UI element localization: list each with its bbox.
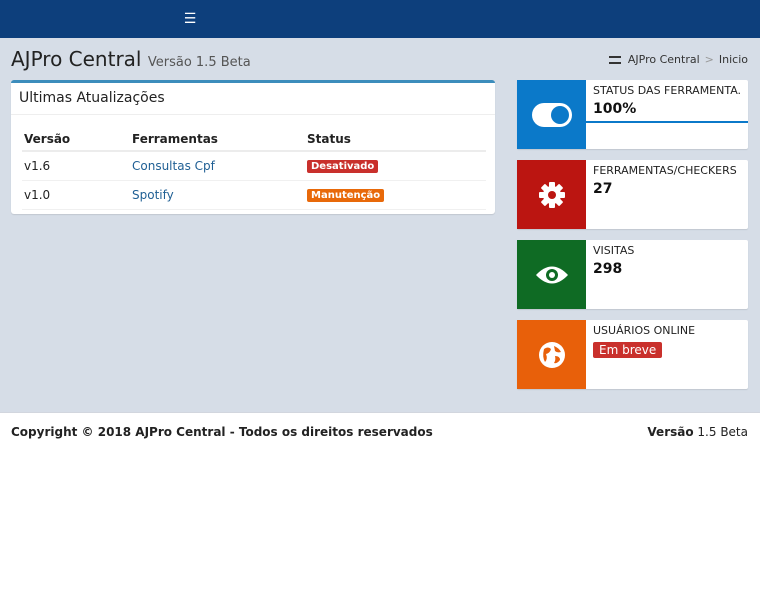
page-title-text: AJPro Central xyxy=(11,47,142,71)
gear-icon xyxy=(517,160,586,229)
toggle-icon xyxy=(517,80,586,149)
tools-label: FERRAMENTAS/CHECKERS xyxy=(593,164,737,177)
tool-link[interactable]: Consultas Cpf xyxy=(132,159,215,173)
eye-icon xyxy=(517,240,586,309)
footer-version: Versão 1.5 Beta xyxy=(647,425,748,439)
footer-version-value: 1.5 Beta xyxy=(697,425,748,439)
breadcrumb-current: Inicio xyxy=(718,53,748,66)
table-row: v1.6 Consultas Cpf Desativado xyxy=(22,151,486,181)
hamburger-icon[interactable]: ☰ xyxy=(180,9,200,29)
globe-icon xyxy=(517,320,586,389)
footer-version-label: Versão xyxy=(647,425,694,439)
online-users-label: USUÁRIOS ONLINE xyxy=(593,324,696,337)
page-subtitle: Versão 1.5 Beta xyxy=(147,55,251,70)
content-area: AJPro Central Versão 1.5 Beta AJPro Cent… xyxy=(0,38,760,412)
online-users-info-box: USUÁRIOS ONLINE Em breve xyxy=(517,320,748,389)
online-users-value: Em breve xyxy=(593,342,663,358)
breadcrumb: AJPro Central > Inicio xyxy=(608,53,748,66)
updates-table: Versão Ferramentas Status v1.6 Consultas… xyxy=(22,127,486,210)
visits-info-box: VISITAS 298 xyxy=(517,240,748,309)
breadcrumb-home[interactable]: AJPro Central xyxy=(628,53,700,66)
status-label: STATUS DAS FERRAMENTA. xyxy=(593,84,742,97)
tool-link[interactable]: Spotify xyxy=(132,188,174,202)
status-badge: Manutenção xyxy=(307,189,385,202)
status-progress-bar xyxy=(586,121,748,123)
table-header-row: Versão Ferramentas Status xyxy=(22,127,486,152)
breadcrumb-separator: > xyxy=(704,53,714,66)
tools-value: 27 xyxy=(593,181,613,197)
tools-info-box: FERRAMENTAS/CHECKERS 27 xyxy=(517,160,748,229)
visits-value: 298 xyxy=(593,261,623,277)
status-badge: Em breve xyxy=(593,342,663,358)
status-info-box: STATUS DAS FERRAMENTA. 100% xyxy=(517,80,748,149)
version-cell: v1.6 xyxy=(22,151,130,181)
table-row: v1.0 Spotify Manutenção xyxy=(22,180,486,210)
column-header-version: Versão xyxy=(22,127,130,152)
bars-icon xyxy=(608,55,621,64)
footer: Copyright © 2018 AJPro Central - Todos o… xyxy=(0,412,760,452)
visits-label: VISITAS xyxy=(593,244,635,257)
column-header-tools: Ferramentas xyxy=(130,127,305,152)
copyright-text: Copyright © 2018 AJPro Central - Todos o… xyxy=(11,425,433,439)
version-cell: v1.0 xyxy=(22,180,130,210)
status-value: 100% xyxy=(593,101,637,117)
page-title: AJPro Central Versão 1.5 Beta xyxy=(11,47,251,71)
updates-card: Ultimas Atualizações Versão Ferramentas … xyxy=(11,80,495,214)
status-badge: Desativado xyxy=(307,160,379,174)
top-navbar: ☰ xyxy=(0,0,760,38)
updates-title: Ultimas Atualizações xyxy=(11,83,495,115)
column-header-status: Status xyxy=(305,127,486,152)
